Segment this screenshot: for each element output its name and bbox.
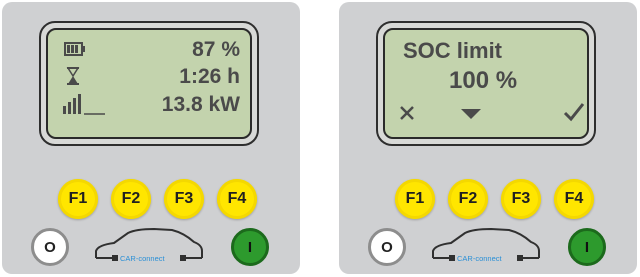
- power-value: 13.8 kW: [161, 93, 240, 116]
- cancel-x-icon: [400, 106, 414, 120]
- charger-panel-soc: SOC limit 100 % F1 F2 F3 F4 O CAR-connec…: [339, 2, 637, 274]
- f1-key[interactable]: F1: [395, 179, 435, 219]
- battery-icon: [64, 42, 85, 56]
- f1-key[interactable]: F1: [58, 179, 98, 219]
- f2-key[interactable]: F2: [111, 179, 151, 219]
- f3-key[interactable]: F3: [164, 179, 204, 219]
- car-connect-logo: CAR-connect: [90, 227, 208, 269]
- off-button[interactable]: O: [368, 228, 406, 266]
- soc-title: SOC limit: [403, 38, 503, 63]
- charger-panel-status: 87 % 1:26 h 13.8 kW F1 F2 F3 F4 O CAR-co…: [2, 2, 300, 274]
- battery-percent: 87 %: [192, 38, 240, 61]
- on-button[interactable]: I: [568, 228, 606, 266]
- soc-value: 100 %: [449, 67, 518, 94]
- f4-key[interactable]: F4: [554, 179, 594, 219]
- f2-key[interactable]: F2: [448, 179, 488, 219]
- logo-text: CAR-connect: [457, 254, 502, 263]
- logo-text: CAR-connect: [120, 254, 165, 263]
- lcd-display: SOC limit 100 %: [383, 28, 589, 139]
- hourglass-icon: [66, 67, 80, 85]
- down-arrow-icon: [461, 109, 481, 119]
- on-button[interactable]: I: [231, 228, 269, 266]
- car-connect-logo: CAR-connect: [427, 227, 545, 269]
- f4-key[interactable]: F4: [217, 179, 257, 219]
- display-frame: SOC limit 100 %: [376, 21, 596, 146]
- confirm-check-icon: [563, 103, 585, 122]
- signal-strength-icon: [63, 94, 105, 115]
- f3-key[interactable]: F3: [501, 179, 541, 219]
- off-button[interactable]: O: [31, 228, 69, 266]
- time-remaining: 1:26 h: [179, 65, 240, 88]
- lcd-display: 87 % 1:26 h 13.8 kW: [46, 28, 252, 139]
- display-frame: 87 % 1:26 h 13.8 kW: [39, 21, 259, 146]
